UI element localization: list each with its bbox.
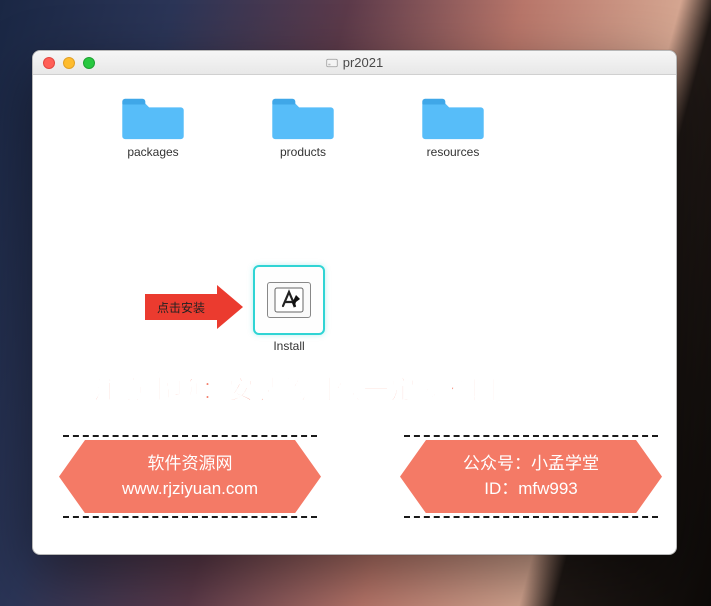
folder-icon	[422, 93, 484, 141]
badge-right: 公众号：小孟学堂 ID：mfw993	[426, 440, 636, 513]
dash-rule	[63, 516, 317, 518]
arrow-callout: 点击安装	[145, 285, 243, 329]
zoom-icon[interactable]	[83, 57, 95, 69]
notice-text: 注意事项：安装的时候一定要断网	[93, 370, 498, 407]
minimize-icon[interactable]	[63, 57, 75, 69]
folder-label: packages	[127, 145, 178, 159]
folder-label: products	[280, 145, 326, 159]
folder-icon	[122, 93, 184, 141]
badge-right-line1: 公众号：小孟学堂	[456, 452, 606, 477]
arrow-head-icon	[217, 285, 243, 329]
folder-resources[interactable]: resources	[413, 93, 493, 159]
install-app-icon	[267, 282, 311, 318]
badge-left-line2: www.rjziyuan.com	[115, 477, 265, 502]
titlebar[interactable]: pr2021	[33, 51, 676, 75]
disk-icon	[326, 57, 338, 69]
arrow-text: 点击安装	[157, 299, 205, 316]
window-content: packages products resources 点击安装	[33, 75, 676, 554]
badge-left-line1: 软件资源网	[115, 452, 265, 477]
dash-rule	[404, 516, 658, 518]
badges-row: 软件资源网 www.rjziyuan.com 公众号：小孟学堂 ID：mfw99…	[85, 440, 636, 513]
badge-right-line2: ID：mfw993	[456, 477, 606, 502]
folder-row: packages products resources	[57, 93, 652, 159]
install-label: Install	[273, 339, 304, 353]
folder-products[interactable]: products	[263, 93, 343, 159]
install-item[interactable]: Install	[253, 265, 325, 353]
folder-icon	[272, 93, 334, 141]
finder-window: pr2021 packages products	[32, 50, 677, 555]
folder-label: resources	[427, 145, 480, 159]
dash-rule	[404, 435, 658, 437]
close-icon[interactable]	[43, 57, 55, 69]
window-title: pr2021	[343, 55, 383, 70]
traffic-lights	[33, 57, 95, 69]
window-title-wrap: pr2021	[33, 55, 676, 70]
arrow-body: 点击安装	[145, 294, 217, 320]
dash-rule	[63, 435, 317, 437]
install-selection	[253, 265, 325, 335]
badge-left: 软件资源网 www.rjziyuan.com	[85, 440, 295, 513]
folder-packages[interactable]: packages	[113, 93, 193, 159]
